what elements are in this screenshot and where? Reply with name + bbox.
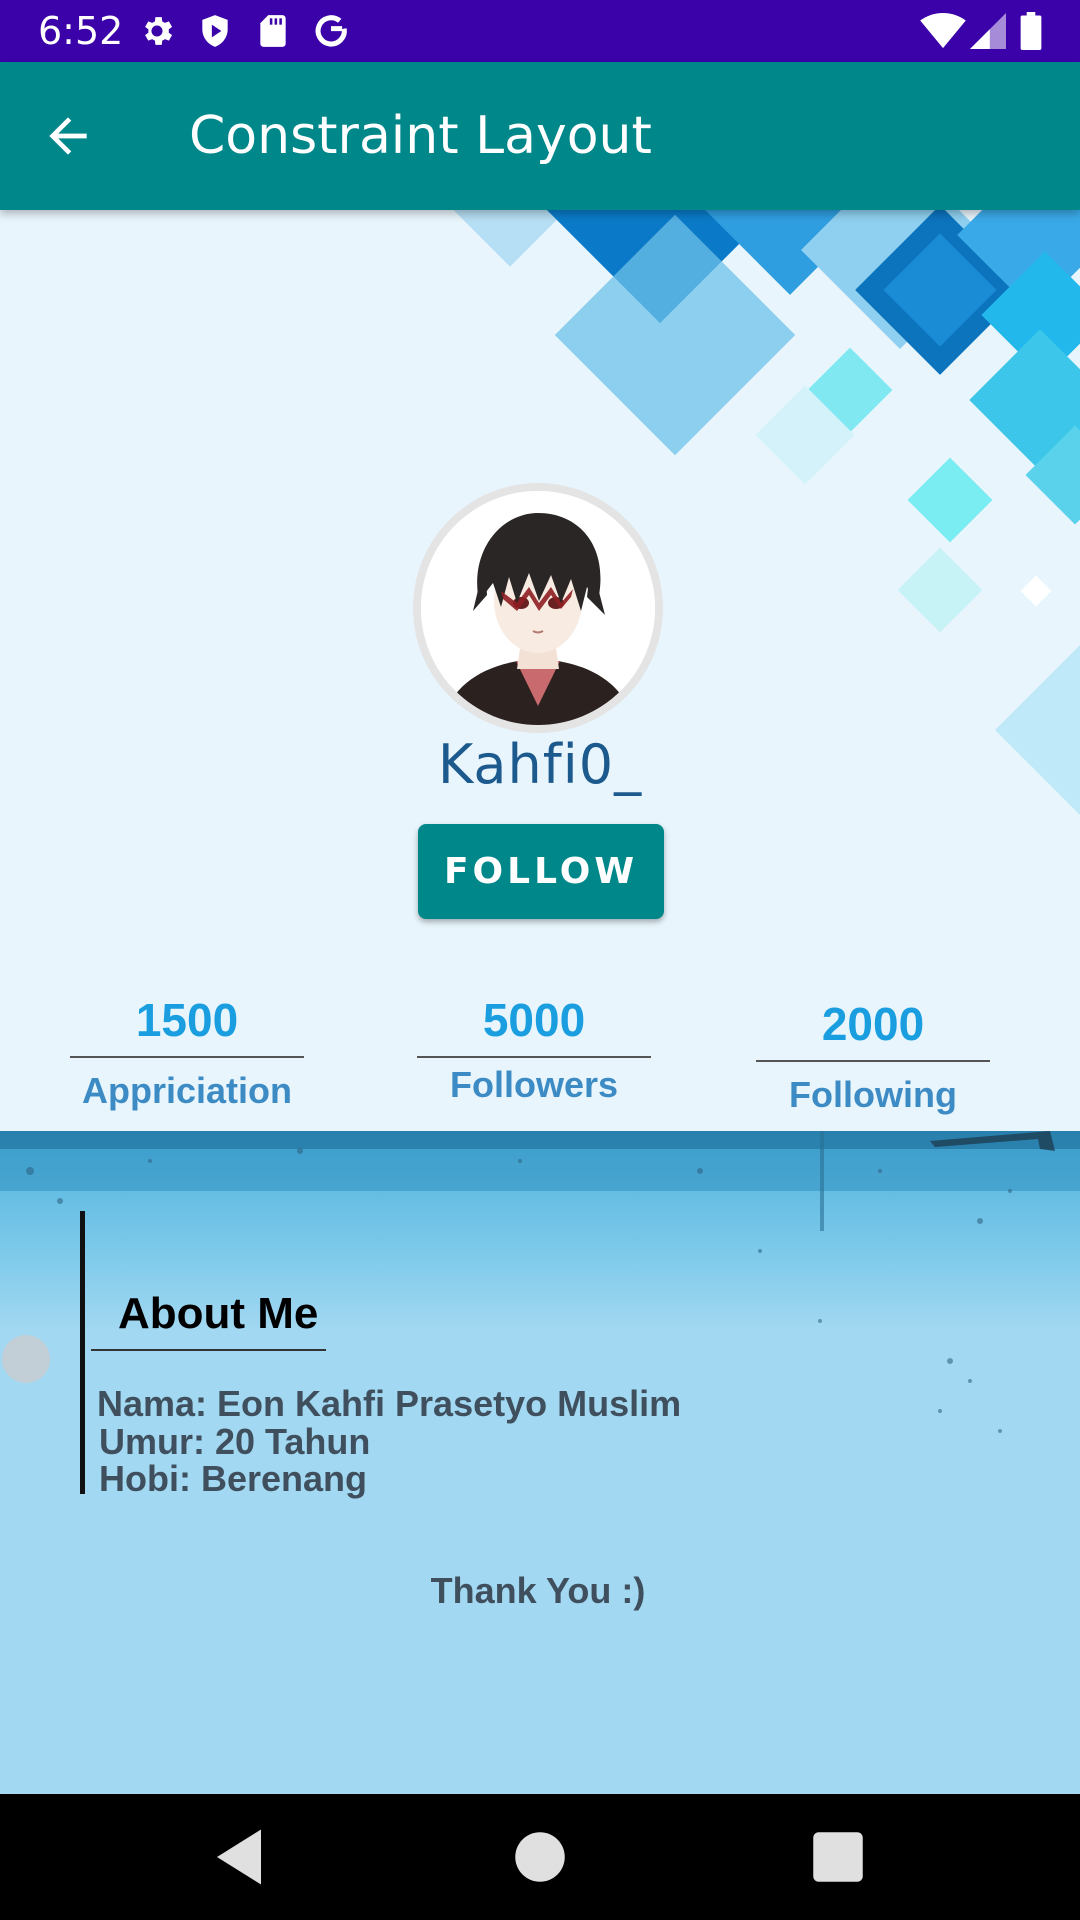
gear-icon [145,17,173,45]
battery-icon [1020,12,1042,50]
status-bar: 6:52 [0,0,1080,62]
back-triangle-icon[interactable] [206,1824,272,1890]
stat-following: 2000 Following [756,994,990,1120]
navigation-bar [0,1794,1080,1920]
app-bar: Constraint Layout [0,62,1080,210]
about-section: About Me Nama: Eon Kahfi Prasetyo Muslim… [0,1131,1080,1794]
sd-card-icon [260,15,286,47]
shield-play-icon [202,15,228,47]
recents-square-icon[interactable] [805,1824,871,1890]
signal-icon [970,13,1006,49]
status-time: 6:52 [38,9,124,53]
avatar[interactable] [413,483,663,733]
stat-value: 1500 [135,994,239,1046]
stat-appreciation: 1500 Appriciation [70,990,304,1116]
google-icon [315,15,347,47]
stat-value: 2000 [821,998,925,1050]
about-hobby: Hobi: Berenang [99,1458,368,1499]
about-title: About Me [118,1289,319,1338]
stat-label: Appriciation [81,1070,292,1111]
thank-you-text: Thank You :) [430,1570,646,1611]
anime-character-icon [421,491,655,725]
stat-divider [70,1056,304,1058]
about-age: Umur: 20 Tahun [99,1421,371,1462]
profile-header: Kahfi0_ FOLLOW 1500 Appriciation 5000 Fo… [0,210,1080,1131]
home-circle-icon[interactable] [507,1824,573,1890]
username: Kahfi0_ [437,733,643,796]
stat-label: Followers [449,1064,619,1105]
about-underline [91,1349,326,1351]
stat-label: Following [789,1074,957,1115]
page-title: Constraint Layout [189,106,652,166]
screen: 6:52 Constraint Layout Kahfi0_ FOLLOW 15… [0,0,1080,1920]
stat-divider [756,1060,990,1062]
follow-button[interactable]: FOLLOW [418,824,664,919]
stat-divider [417,1056,651,1058]
stat-followers: 5000 Followers [417,990,651,1110]
about-name: Nama: Eon Kahfi Prasetyo Muslim [97,1383,682,1424]
stat-value: 5000 [482,994,586,1046]
wifi-icon [920,12,966,49]
avatar-image [421,491,655,725]
arrow-back-icon[interactable] [40,108,96,164]
scroll-handle[interactable] [2,1335,50,1383]
vertical-divider [80,1211,85,1494]
